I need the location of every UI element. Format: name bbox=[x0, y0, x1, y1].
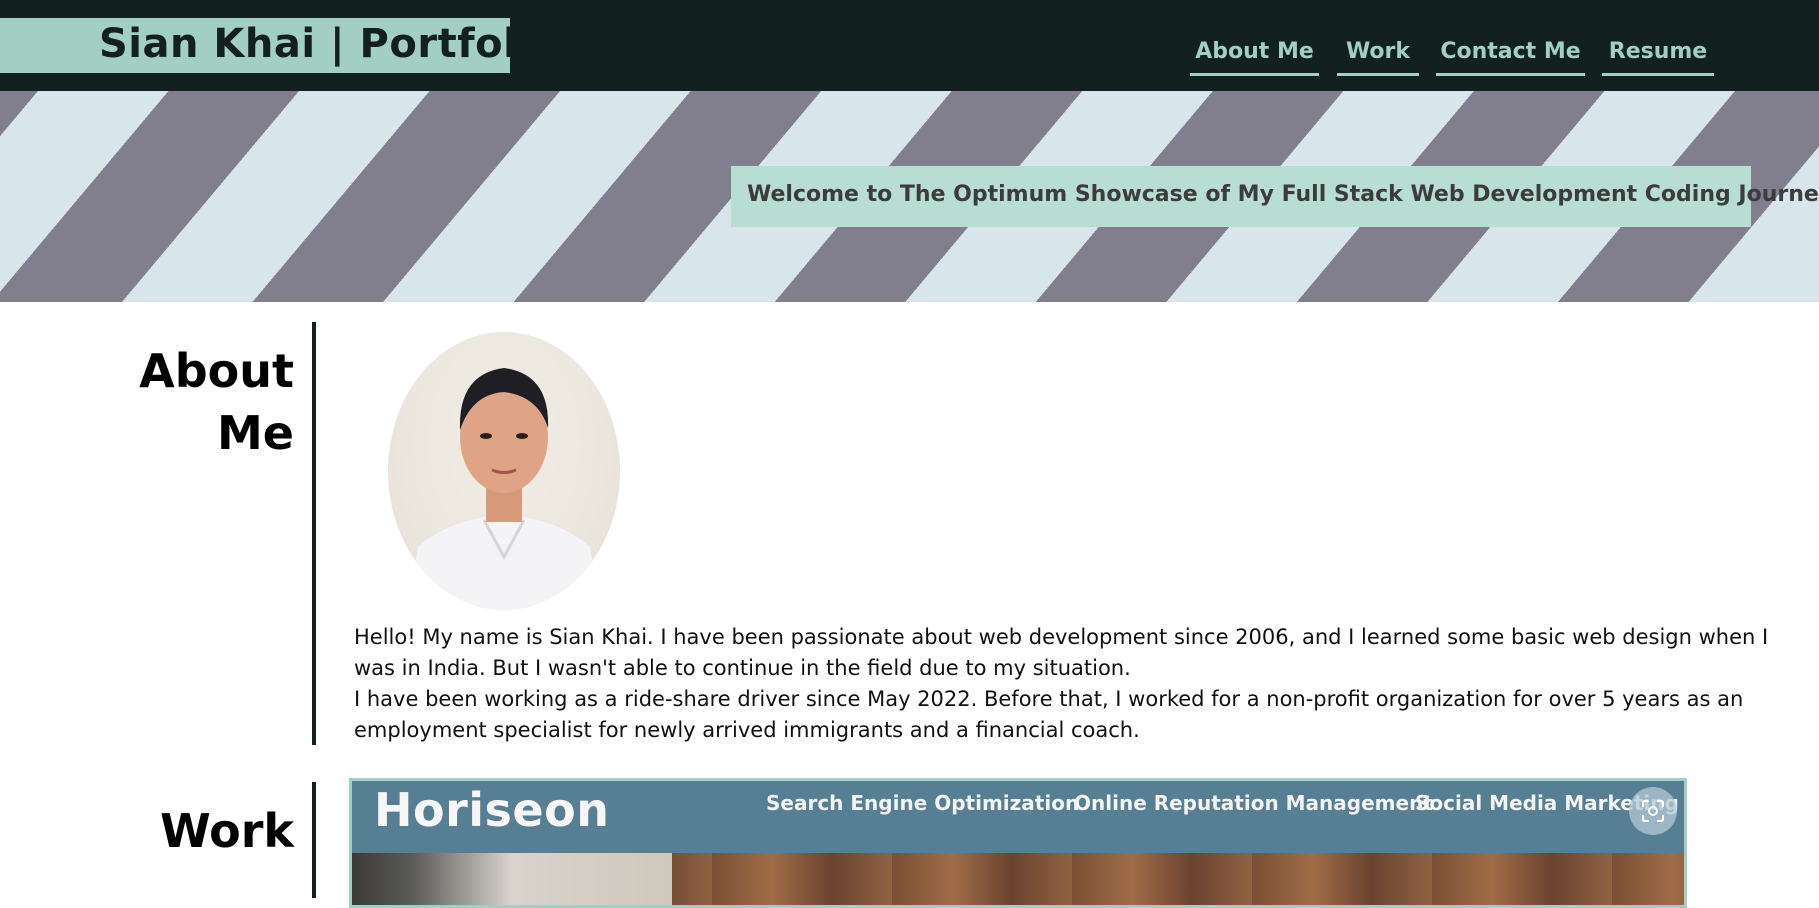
welcome-text: Welcome to The Optimum Showcase of My Fu… bbox=[747, 182, 1819, 207]
welcome-banner: Welcome to The Optimum Showcase of My Fu… bbox=[731, 166, 1819, 227]
work-heading: Work bbox=[160, 800, 294, 862]
about-description: Hello! My name is Sian Khai. I have been… bbox=[354, 622, 1794, 746]
person-illustration bbox=[408, 368, 600, 610]
about-heading-line1: About bbox=[139, 344, 294, 398]
about-heading-line2: Me bbox=[217, 406, 294, 460]
work-divider bbox=[312, 782, 316, 898]
nav-work[interactable]: Work bbox=[1337, 38, 1419, 76]
screenshot-capture-icon bbox=[1642, 800, 1664, 822]
site-title: Sian Khai | Portfolio bbox=[99, 21, 560, 67]
nav-resume[interactable]: Resume bbox=[1602, 38, 1714, 76]
about-divider bbox=[312, 322, 316, 745]
site-header: Sian Khai | Portfolio About Me Work Cont… bbox=[0, 0, 1819, 91]
work-project-preview[interactable]: Horiseon Search Engine Optimization Onli… bbox=[349, 778, 1687, 908]
about-paragraph-1: Hello! My name is Sian Khai. I have been… bbox=[354, 625, 1769, 680]
about-paragraph-2: I have been working as a ride-share driv… bbox=[354, 687, 1744, 742]
nav-about-me[interactable]: About Me bbox=[1190, 38, 1319, 76]
nav-contact-me[interactable]: Contact Me bbox=[1436, 38, 1585, 76]
preview-logo: Horiseon bbox=[374, 783, 610, 837]
preview-hero-image-left bbox=[352, 853, 672, 905]
brand-block[interactable]: Sian Khai | Portfolio bbox=[0, 18, 559, 73]
work-heading-text: Work bbox=[160, 804, 294, 858]
screenshot-capture-button[interactable] bbox=[1629, 787, 1677, 835]
profile-photo bbox=[388, 332, 620, 610]
about-me-heading: About Me bbox=[139, 340, 294, 464]
preview-nav-seo: Search Engine Optimization bbox=[766, 791, 1080, 815]
preview-nav-reputation: Online Reputation Management bbox=[1074, 791, 1433, 815]
